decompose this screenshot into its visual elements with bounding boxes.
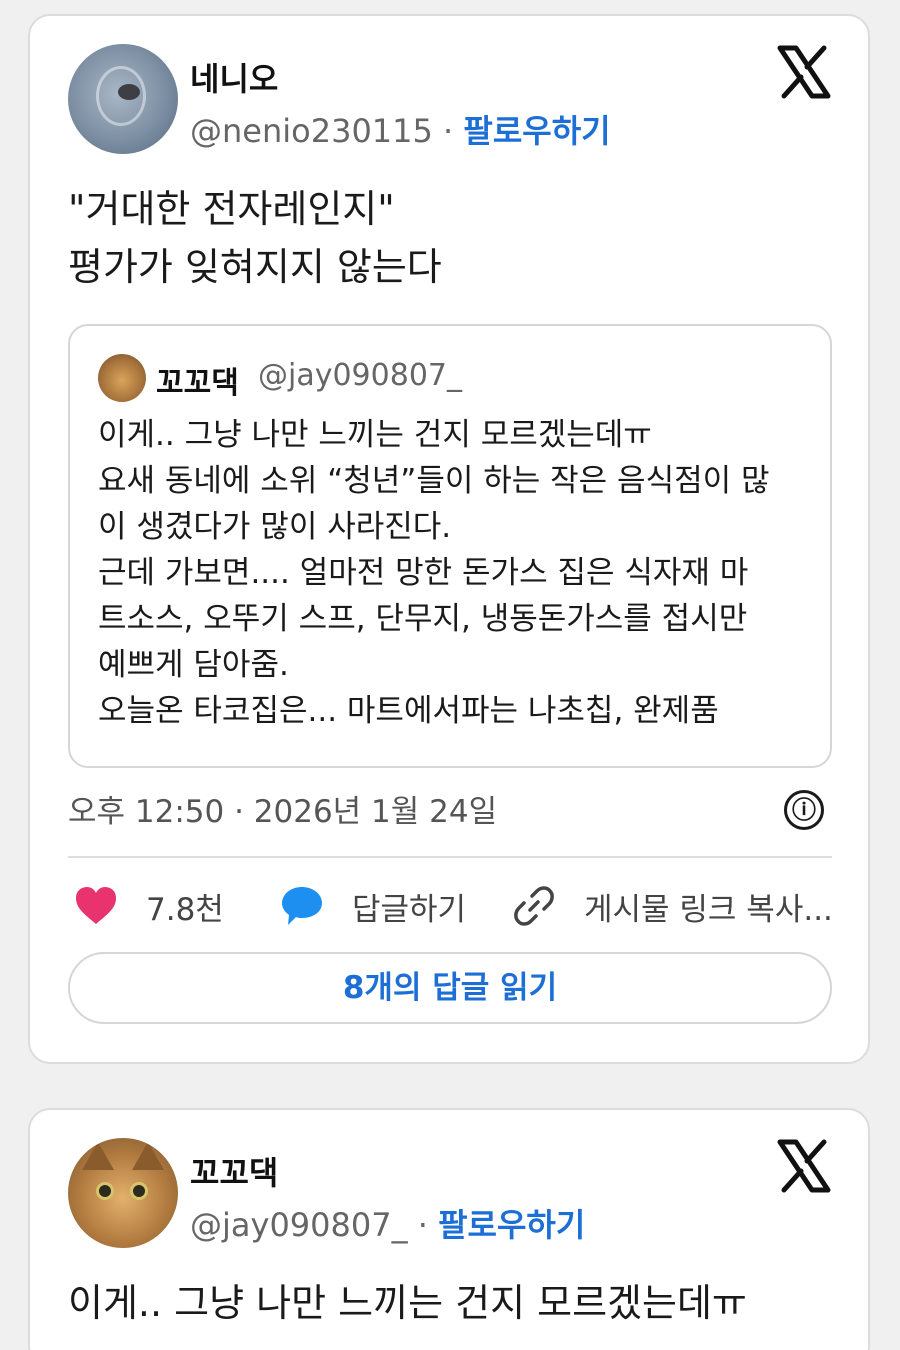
author-name[interactable]: 네니오 <box>190 54 278 100</box>
tweet-text: "거대한 전자레인지" 평가가 잊혀지지 않는다 <box>68 180 442 296</box>
like-button[interactable]: 7.8천 <box>74 882 224 930</box>
separator: · <box>417 1206 428 1244</box>
tweet-text-line: "거대한 전자레인지" <box>68 187 395 231</box>
x-logo-icon[interactable] <box>776 44 832 100</box>
avatar-decoration <box>132 1142 164 1170</box>
quoted-tweet[interactable]: 꼬꼬댁 @jay090807_ 이게.. 그냥 나만 느끼는 건지 모르겠는데ㅠ… <box>68 324 832 768</box>
author-handle[interactable]: @jay090807_ <box>190 1206 408 1244</box>
link-icon <box>514 886 554 926</box>
reply-label: 답글하기 <box>352 891 467 928</box>
quote-text-line: 예쁘게 담아줌. <box>98 647 289 683</box>
quote-text: 이게.. 그냥 나만 느끼는 건지 모르겠는데ㅠ 요새 동네에 소위 “청년”들… <box>98 412 810 734</box>
reply-button[interactable]: 답글하기 <box>280 882 466 930</box>
quote-text-line: 이게.. 그냥 나만 느끼는 건지 모르겠는데ㅠ <box>98 417 652 453</box>
x-logo-icon[interactable] <box>776 1138 832 1194</box>
author-handle-line: @jay090807_ · 팔로우하기 <box>190 1200 585 1246</box>
heart-icon <box>76 887 116 924</box>
author-name[interactable]: 꼬꼬댁 <box>190 1148 278 1194</box>
quote-text-line: 요새 동네에 소위 “청년”들이 하는 작은 음식점이 많 <box>98 463 770 499</box>
tweet-text-line: 이게.. 그냥 나만 느끼는 건지 모르겠는데ㅠ <box>68 1281 747 1325</box>
tweet-card: 꼬꼬댁 @jay090807_ · 팔로우하기 이게.. 그냥 나만 느끼는 건… <box>28 1108 870 1350</box>
timestamp[interactable]: 오후 12:50 · 2026년 1월 24일 <box>68 786 497 831</box>
like-count: 7.8천 <box>146 891 224 928</box>
avatar[interactable] <box>68 1138 178 1248</box>
separator: · <box>443 112 454 150</box>
author-handle-line: @nenio230115 · 팔로우하기 <box>190 106 611 152</box>
tweet-card: 네니오 @nenio230115 · 팔로우하기 "거대한 전자레인지" 평가가… <box>28 14 870 1064</box>
avatar-decoration <box>82 1142 114 1170</box>
info-icon[interactable]: ⓘ <box>784 790 824 830</box>
avatar-decoration <box>118 84 140 100</box>
quote-text-line: 오늘온 타코집은... 마트에서파는 나초칩, 완제품 <box>98 693 719 729</box>
quote-text-line: 근데 가보면.... 얼마전 망한 돈가스 집은 식자재 마 <box>98 555 749 591</box>
quote-avatar <box>98 354 146 402</box>
author-handle[interactable]: @nenio230115 <box>190 112 433 150</box>
speech-bubble-icon <box>282 887 322 925</box>
quote-text-line: 트소스, 오뚜기 스프, 단무지, 냉동돈가스를 접시만 <box>98 601 748 637</box>
read-replies-button[interactable]: 8개의 답글 읽기 <box>68 952 832 1024</box>
follow-button[interactable]: 팔로우하기 <box>438 1206 585 1244</box>
avatar-decoration <box>96 1182 114 1200</box>
tweet-text-line: 평가가 잊혀지지 않는다 <box>68 245 442 289</box>
divider <box>68 856 832 858</box>
tweet-text: 이게.. 그냥 나만 느끼는 건지 모르겠는데ㅠ <box>68 1274 747 1332</box>
quote-author-name: 꼬꼬댁 <box>156 366 239 401</box>
avatar[interactable] <box>68 44 178 154</box>
quote-text-line: 이 생겼다가 많이 사라진다. <box>98 509 452 545</box>
copy-link-button[interactable]: 게시물 링크 복사... <box>512 882 833 930</box>
avatar-decoration <box>130 1182 148 1200</box>
quote-author-handle: @jay090807_ <box>258 358 462 393</box>
copy-link-label: 게시물 링크 복사... <box>584 891 833 928</box>
follow-button[interactable]: 팔로우하기 <box>463 112 610 150</box>
